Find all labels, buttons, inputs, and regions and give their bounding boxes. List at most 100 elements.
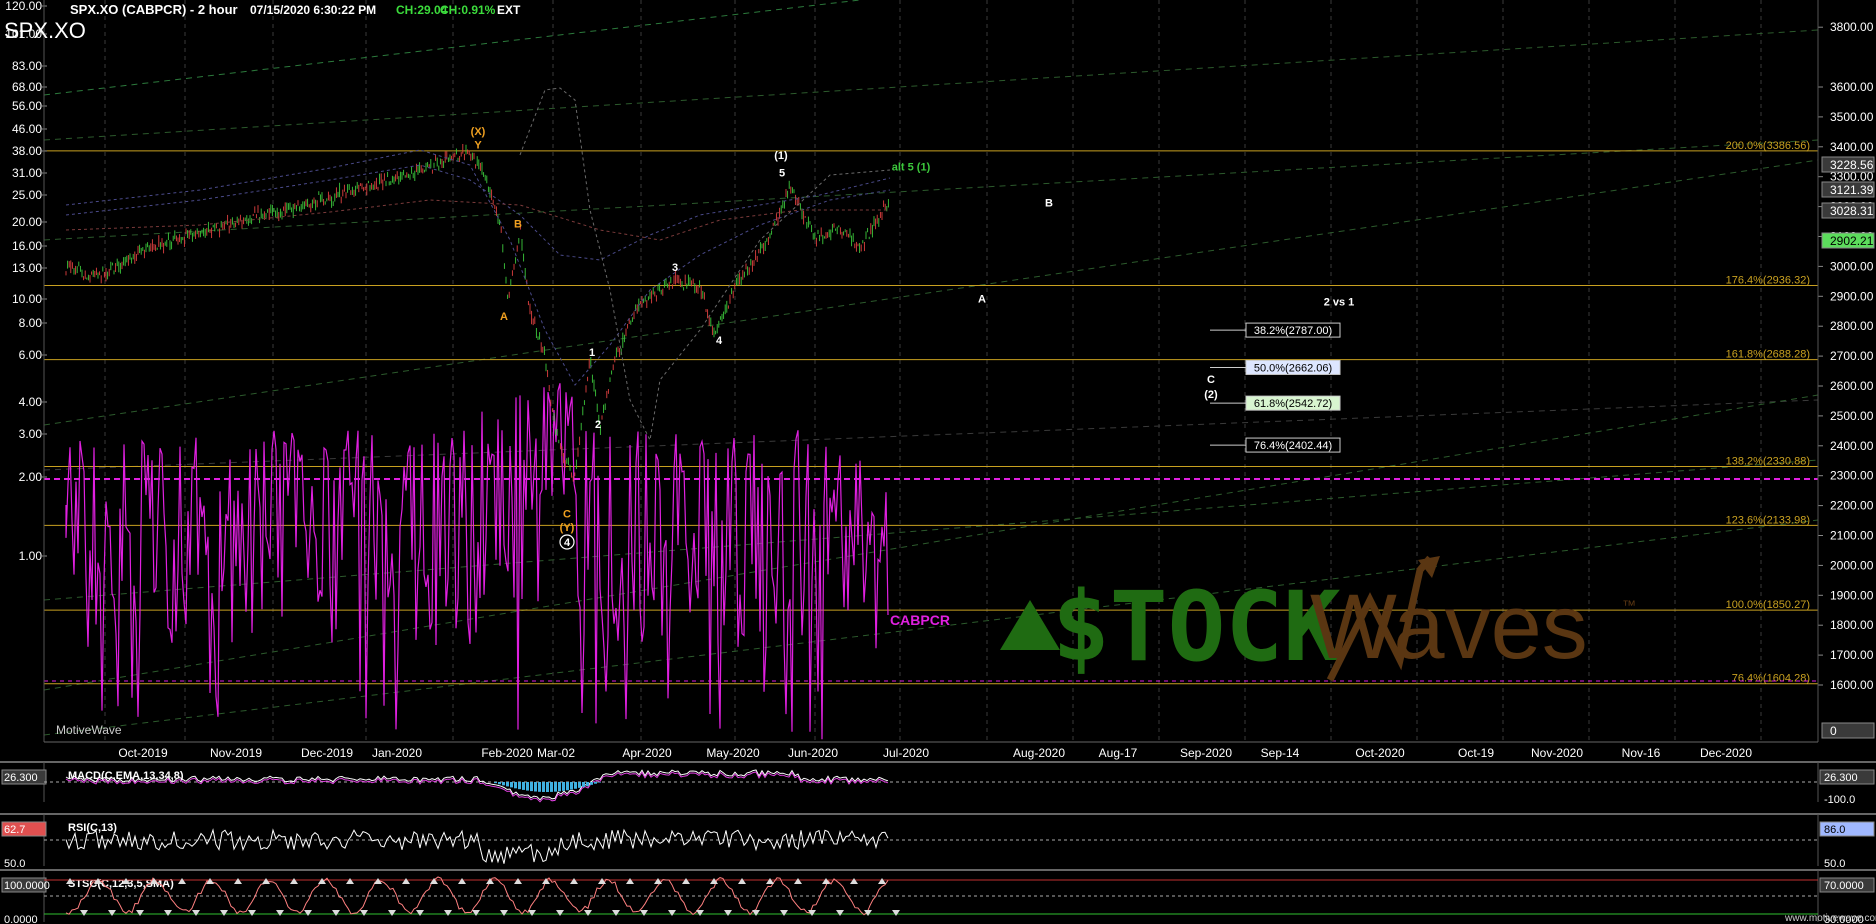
right-tick-15: 2200.00: [1830, 499, 1874, 513]
panel-1-right-tick-0: 86.0: [1824, 824, 1845, 836]
left-tick-2: 83.00: [12, 59, 42, 73]
website-label: www.motivewave.com: [1784, 913, 1876, 924]
watermark-waves-text: Waves: [1310, 576, 1588, 678]
fib-label-1: 200.0%(3386.56): [1726, 140, 1810, 152]
x-label-14: Oct-2020: [1355, 746, 1405, 760]
x-label-9: Jul-2020: [883, 746, 929, 760]
x-label-15: Oct-19: [1458, 746, 1494, 760]
panel-0-right-tick-0: 26.300: [1824, 772, 1858, 784]
right-tick-12: 2500.00: [1830, 409, 1874, 423]
wave-label-17: (2): [1204, 389, 1218, 401]
price-badge-label-3: 2902.21: [1830, 234, 1874, 248]
x-label-12: Sep-2020: [1180, 746, 1232, 760]
x-label-6: Apr-2020: [622, 746, 672, 760]
wave-label-11: (1): [774, 150, 788, 162]
fib-label-2: 176.4%(2936.32): [1726, 274, 1810, 286]
left-tick-7: 31.00: [12, 166, 42, 180]
price-badge-label-2: 3028.31: [1830, 204, 1874, 218]
left-tick-13: 8.00: [19, 316, 43, 330]
wave-label-3: B: [514, 219, 522, 231]
x-label-3: Jan-2020: [372, 746, 422, 760]
right-tick-21: 1600.00: [1830, 678, 1874, 692]
wave-label-18: 2 vs 1: [1324, 296, 1355, 308]
panel-2-left-tick-0: 100.0000: [4, 880, 50, 892]
wave-label-2: A: [500, 311, 508, 323]
x-label-17: Nov-16: [1622, 746, 1661, 760]
retr-label-0: 38.2%(2787.00): [1254, 325, 1332, 337]
left-tick-16: 3.00: [19, 427, 43, 441]
x-label-5: Mar-02: [537, 746, 575, 760]
right-tick-2: 3500.00: [1830, 110, 1874, 124]
wave-label-8: 2: [595, 419, 601, 431]
left-tick-15: 4.00: [19, 395, 43, 409]
x-label-13: Sep-14: [1261, 746, 1300, 760]
left-tick-12: 10.00: [12, 292, 42, 306]
panel-2-left-tick-1: 0.0000: [4, 914, 38, 924]
x-label-7: May-2020: [706, 746, 760, 760]
price-badge-label-4: 0: [1830, 724, 1837, 738]
fib-label-6: 100.0%(1850.27): [1726, 599, 1810, 611]
x-label-10: Aug-2020: [1013, 746, 1065, 760]
right-tick-13: 2400.00: [1830, 439, 1874, 453]
wave-label-15: B: [1045, 198, 1053, 210]
wave-label-0: (X): [471, 126, 486, 138]
x-label-2: Dec-2019: [301, 746, 353, 760]
panel-2-right-tick-0: 70.0000: [1824, 880, 1864, 892]
chart-stage[interactable]: 223.6%(3905.83)200.0%(3386.56)176.4%(293…: [0, 0, 1876, 924]
symbol-title: SPX.XO: [4, 18, 86, 43]
wave-label-14: A: [978, 293, 986, 305]
left-tick-17: 2.00: [19, 470, 43, 484]
x-label-11: Aug-17: [1099, 746, 1138, 760]
left-tick-8: 25.00: [12, 188, 42, 202]
panel-1-left-tick-1: 50.0: [4, 858, 25, 870]
wave-label-10: 4: [716, 335, 723, 347]
x-label-18: Dec-2020: [1700, 746, 1752, 760]
right-tick-8: 2900.00: [1830, 289, 1874, 303]
panel-1-left-tick-0: 62.7: [4, 824, 25, 836]
right-tick-17: 2000.00: [1830, 558, 1874, 572]
right-tick-9: 2800.00: [1830, 319, 1874, 333]
wave-label-9: 3: [672, 262, 678, 274]
right-tick-10: 2700.00: [1830, 349, 1874, 363]
fib-label-5: 123.6%(2133.98): [1726, 514, 1810, 526]
wave-label-6: 4: [564, 537, 571, 549]
retr-label-1: 50.0%(2662.06): [1254, 362, 1332, 374]
price-badge-label-1: 3121.39: [1830, 183, 1874, 197]
x-label-4: Feb-2020: [481, 746, 533, 760]
fib-label-4: 138.2%(2330.88): [1726, 455, 1810, 467]
right-tick-19: 1800.00: [1830, 618, 1874, 632]
right-tick-7: 3000.00: [1830, 259, 1874, 273]
session-label: EXT: [497, 3, 521, 17]
chart-timestamp: 07/15/2020 6:30:22 PM: [250, 3, 376, 17]
left-tick-6: 38.00: [12, 144, 42, 158]
wave-label-19: CABPCR: [890, 612, 950, 628]
panel-1-right-tick-1: 50.0: [1824, 858, 1845, 870]
provider-label: MotiveWave: [56, 723, 122, 737]
retr-label-3: 76.4%(2402.44): [1254, 440, 1332, 452]
left-tick-11: 13.00: [12, 261, 42, 275]
right-tick-3: 3400.00: [1830, 140, 1874, 154]
fib-label-7: 76.4%(1604.28): [1732, 673, 1810, 685]
left-tick-5: 46.00: [12, 122, 42, 136]
left-tick-10: 16.00: [12, 239, 42, 253]
x-label-0: Oct-2019: [118, 746, 168, 760]
wave-label-1: Y: [474, 139, 482, 151]
left-tick-9: 20.00: [12, 215, 42, 229]
wave-label-7: 1: [589, 347, 595, 359]
stockwaves-watermark: $TOCK Waves ™: [1000, 555, 1636, 683]
wave-label-4: C: [563, 509, 571, 521]
price-badge-label-0: 3228.56: [1830, 158, 1874, 172]
retr-label-2: 61.8%(2542.72): [1254, 398, 1332, 410]
right-tick-0: 3800.00: [1830, 20, 1874, 34]
chart-title: SPX.XO (CABPCR) - 2 hour: [70, 2, 238, 17]
wave-label-5: (Y): [560, 522, 575, 534]
panel-0-right-tick-1: -100.0: [1824, 794, 1855, 806]
right-tick-14: 2300.00: [1830, 469, 1874, 483]
watermark-stock-text: $TOCK: [1052, 571, 1341, 683]
right-tick-16: 2100.00: [1830, 529, 1874, 543]
left-tick-18: 1.00: [19, 549, 43, 563]
change-pct: CH:0.91%: [440, 3, 496, 17]
left-tick-14: 6.00: [19, 348, 43, 362]
left-tick-4: 56.00: [12, 99, 42, 113]
x-label-16: Nov-2020: [1531, 746, 1583, 760]
